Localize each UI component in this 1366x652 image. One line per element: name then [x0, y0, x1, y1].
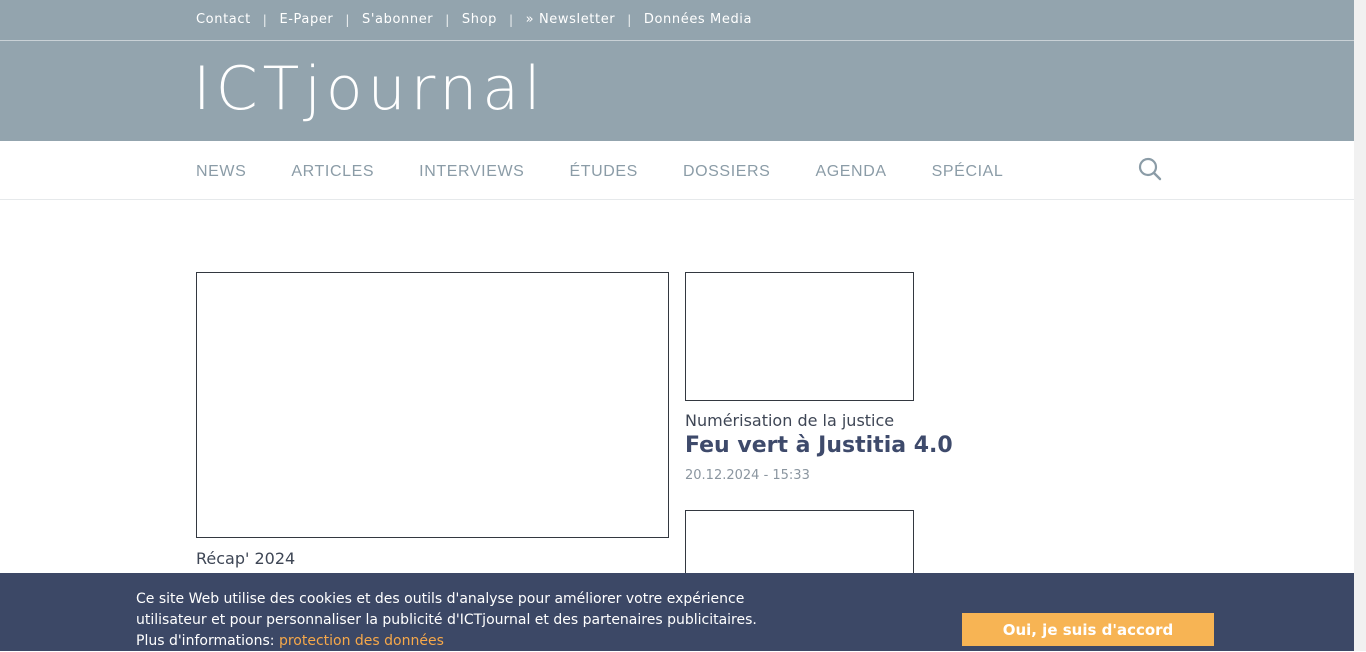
cookie-banner: Ce site Web utilise des cookies et des o… — [0, 573, 1354, 651]
accept-cookies-button[interactable]: Oui, je suis d'accord — [962, 613, 1214, 646]
side-article-kicker[interactable]: Numérisation de la justice — [685, 411, 894, 430]
nav-item-articles[interactable]: ARTICLES — [291, 163, 374, 181]
cookie-message: Ce site Web utilise des cookies et des o… — [136, 589, 776, 652]
cookie-more-info-label: Plus d'informations: — [136, 633, 279, 649]
top-nav-newsletter[interactable]: » Newsletter — [526, 12, 616, 27]
cookie-text-line: Plus d'informations: protection des donn… — [136, 631, 776, 652]
top-nav-media-data[interactable]: Données Media — [644, 12, 752, 27]
top-nav-subscribe[interactable]: S'abonner — [362, 12, 433, 27]
top-bar: Contact | E-Paper | S'abonner | Shop | »… — [0, 0, 1354, 41]
featured-article-image[interactable] — [196, 272, 669, 538]
page-scrollbar[interactable] — [1354, 0, 1366, 651]
nav-item-news[interactable]: NEWS — [196, 163, 246, 181]
top-nav-separator: | — [509, 12, 514, 27]
top-nav: Contact | E-Paper | S'abonner | Shop | »… — [196, 12, 752, 27]
cookie-text-line: utilisateur et pour personnaliser la pub… — [136, 612, 757, 628]
nav-item-etudes[interactable]: ÉTUDES — [569, 163, 638, 181]
top-nav-separator: | — [345, 12, 351, 27]
privacy-link[interactable]: protection des données — [279, 633, 444, 649]
top-nav-contact[interactable]: Contact — [196, 12, 251, 27]
nav-item-interviews[interactable]: INTERVIEWS — [419, 163, 524, 181]
top-nav-shop[interactable]: Shop — [462, 12, 497, 27]
side-article-title[interactable]: Feu vert à Justitia 4.0 — [685, 433, 953, 458]
top-nav-separator: | — [262, 12, 268, 27]
search-icon[interactable] — [1138, 157, 1162, 181]
featured-article-kicker[interactable]: Récap' 2024 — [196, 549, 295, 568]
site-header: ICTjournal — [0, 41, 1354, 141]
side-article-image[interactable] — [685, 272, 914, 401]
side-article-date: 20.12.2024 - 15:33 — [685, 468, 810, 483]
site-logo[interactable]: ICTjournal — [193, 49, 546, 129]
cookie-text-line: Ce site Web utilise des cookies et des o… — [136, 591, 745, 607]
top-nav-separator: | — [627, 12, 632, 27]
nav-item-agenda[interactable]: AGENDA — [815, 163, 886, 181]
top-nav-separator: | — [445, 12, 450, 27]
nav-item-dossiers[interactable]: DOSSIERS — [683, 163, 771, 181]
nav-item-special[interactable]: SPÉCIAL — [932, 163, 1004, 181]
top-nav-epaper[interactable]: E-Paper — [279, 12, 333, 27]
